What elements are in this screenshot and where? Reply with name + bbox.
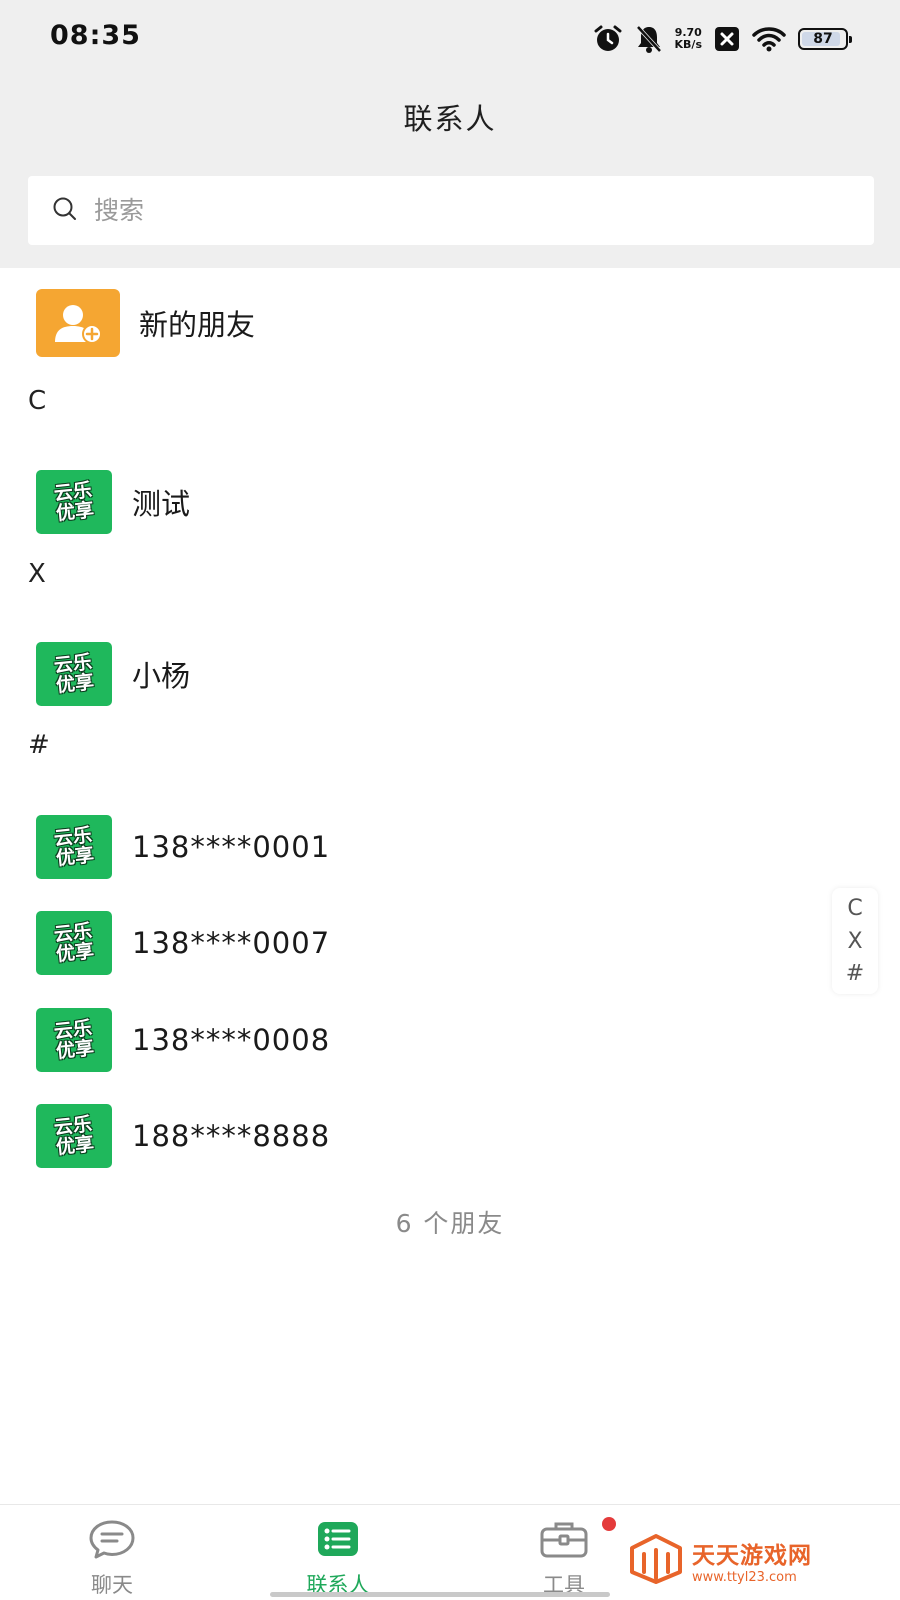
- contact-name: 188****8888: [132, 1119, 331, 1153]
- friend-count: 6 个朋友: [395, 1209, 505, 1238]
- index-letter-hash[interactable]: #: [846, 961, 864, 986]
- contact-row[interactable]: 云乐 优享 138****0008: [0, 995, 900, 1085]
- tab-chat[interactable]: 聊天: [52, 1519, 172, 1599]
- watermark-url: www.ttyl23.com: [692, 1569, 797, 1585]
- contact-avatar: 云乐 优享: [36, 1008, 112, 1072]
- section-letter-hash: #: [28, 730, 50, 760]
- new-friend-icon: [36, 289, 120, 357]
- wifi-icon: [752, 25, 786, 53]
- contact-name: 测试: [132, 487, 191, 521]
- toolbox-icon: [539, 1519, 589, 1563]
- net-speed: 9.70 KB/s: [674, 26, 702, 51]
- index-letter-x[interactable]: X: [847, 929, 862, 954]
- section-letter-x: X: [28, 559, 46, 589]
- contact-name: 138****0008: [132, 1023, 331, 1057]
- header-area: 08:35 9.70 KB/s 87 联系人 搜索: [0, 0, 900, 268]
- battery-icon: 87: [798, 28, 852, 50]
- close-box-icon: [714, 26, 740, 52]
- contact-row[interactable]: 云乐 优享 138****0001: [0, 802, 900, 892]
- alphabet-index-bar[interactable]: C X #: [832, 888, 878, 994]
- search-icon: [52, 196, 94, 226]
- status-time: 08:35: [50, 20, 141, 51]
- contact-avatar: 云乐 优享: [36, 1104, 112, 1168]
- notification-badge: [602, 1517, 616, 1531]
- contact-name: 小杨: [132, 659, 191, 693]
- contact-row[interactable]: 云乐 优享 测试: [0, 457, 900, 547]
- alarm-icon: [593, 24, 623, 54]
- tab-label: 聊天: [91, 1573, 133, 1597]
- tab-tools[interactable]: 工具: [504, 1517, 624, 1599]
- contact-avatar: 云乐 优享: [36, 642, 112, 706]
- tab-contacts[interactable]: 联系人: [278, 1519, 398, 1599]
- search-input[interactable]: [94, 196, 794, 225]
- watermark-logo-icon: [628, 1532, 684, 1588]
- new-friend-label: 新的朋友: [139, 308, 256, 342]
- contact-avatar: 云乐 优享: [36, 470, 112, 534]
- home-indicator: [270, 1592, 610, 1597]
- page-title: 联系人: [403, 102, 497, 136]
- status-icons: 9.70 KB/s 87: [593, 22, 852, 56]
- mute-bell-icon: [635, 24, 663, 54]
- contact-avatar: 云乐 优享: [36, 815, 112, 879]
- contact-name: 138****0001: [132, 830, 331, 864]
- contact-name: 138****0007: [132, 926, 331, 960]
- contact-row[interactable]: 云乐 优享 138****0007: [0, 898, 900, 988]
- contact-row[interactable]: 云乐 优享 188****8888: [0, 1091, 900, 1181]
- site-watermark: 天天游戏网 www.ttyl23.com: [628, 1532, 858, 1588]
- section-letter-c: C: [28, 386, 47, 416]
- contact-row[interactable]: 云乐 优享 小杨: [0, 629, 900, 719]
- status-bar: 08:35 9.70 KB/s 87: [0, 0, 900, 78]
- contacts-list-icon: [316, 1519, 360, 1563]
- index-letter-c[interactable]: C: [847, 896, 862, 921]
- contact-avatar: 云乐 优享: [36, 911, 112, 975]
- chat-bubble-icon: [87, 1519, 137, 1563]
- new-friend-row[interactable]: 新的朋友: [0, 278, 900, 368]
- watermark-title: 天天游戏网: [692, 1542, 812, 1569]
- search-box[interactable]: [28, 176, 874, 245]
